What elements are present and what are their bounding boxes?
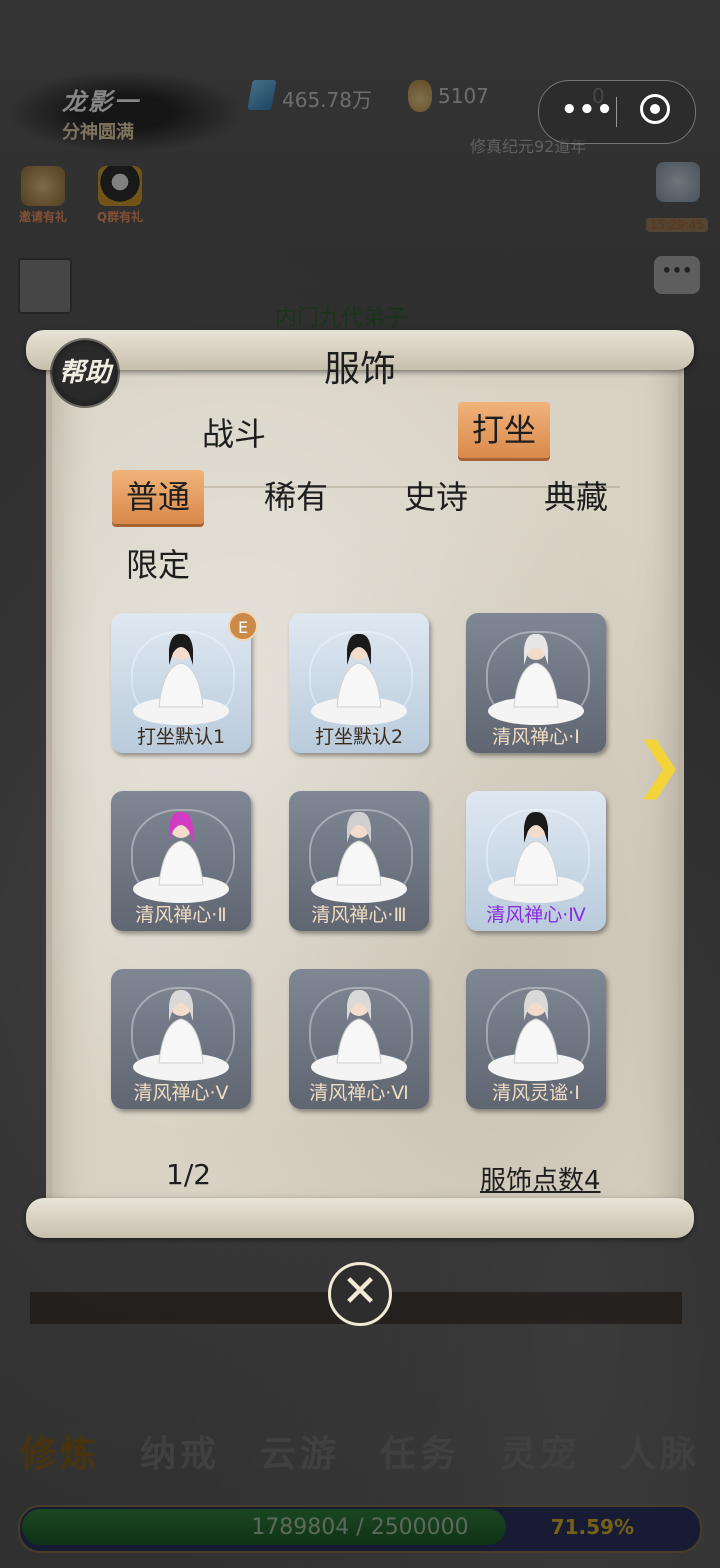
costume-card[interactable]: 打坐默认2: [289, 613, 429, 753]
page-indicator: 1/2: [166, 1158, 212, 1191]
equipped-badge: E: [228, 611, 258, 641]
meditating-figure-icon: [488, 811, 584, 903]
costume-name: 清风禅心·Ⅲ: [311, 904, 407, 926]
meditating-figure-icon: [311, 989, 407, 1081]
costume-name: 清风禅心·Ⅳ: [486, 904, 586, 926]
tab-epic[interactable]: 史诗: [390, 472, 482, 522]
close-miniprogram-icon[interactable]: [640, 94, 670, 124]
costume-name: 打坐默认2: [314, 726, 404, 748]
costume-name: 打坐默认1: [136, 726, 226, 748]
tab-limited[interactable]: 限定: [112, 540, 204, 590]
costume-card[interactable]: 清风禅心·Ⅳ: [466, 791, 606, 931]
costume-card[interactable]: 清风灵谧·Ⅰ: [466, 969, 606, 1109]
meditating-figure-icon: [133, 633, 229, 725]
meditating-figure-icon: [133, 811, 229, 903]
meditating-figure-icon: [488, 633, 584, 725]
costume-card[interactable]: 清风禅心·Ⅰ: [466, 613, 606, 753]
capsule-divider: [616, 97, 617, 127]
costume-card[interactable]: 清风禅心·Ⅱ: [111, 791, 251, 931]
chevron-right-icon[interactable]: ❯: [634, 730, 684, 800]
tab-collection[interactable]: 典藏: [530, 472, 622, 522]
modal-title: 服饰: [323, 349, 396, 390]
close-icon[interactable]: ✕: [328, 1262, 392, 1326]
meditating-figure-icon: [488, 989, 584, 1081]
meditating-figure-icon: [311, 811, 407, 903]
tab-common[interactable]: 普通: [112, 470, 204, 524]
tab-rare[interactable]: 稀有: [250, 472, 342, 522]
scroll-roll-bottom: [26, 1198, 694, 1238]
tab-battle[interactable]: 战斗: [186, 410, 282, 458]
costume-card[interactable]: 清风禅心·Ⅴ: [111, 969, 251, 1109]
costume-name: 清风禅心·Ⅰ: [492, 726, 580, 748]
costume-name: 清风禅心·Ⅱ: [135, 904, 227, 926]
costume-points-link[interactable]: 服饰点数4: [480, 1160, 601, 1197]
more-menu-button[interactable]: •••: [561, 95, 614, 125]
costume-name: 清风灵谧·Ⅰ: [492, 1082, 580, 1104]
meditating-figure-icon: [311, 633, 407, 725]
costume-card[interactable]: 清风禅心·Ⅵ: [289, 969, 429, 1109]
miniprogram-capsule: •••: [538, 80, 696, 144]
costume-name: 清风禅心·Ⅵ: [309, 1082, 409, 1104]
tab-meditation[interactable]: 打坐: [458, 402, 550, 458]
meditating-figure-icon: [133, 989, 229, 1081]
costume-name: 清风禅心·Ⅴ: [133, 1082, 229, 1104]
costume-card[interactable]: 清风禅心·Ⅲ: [289, 791, 429, 931]
